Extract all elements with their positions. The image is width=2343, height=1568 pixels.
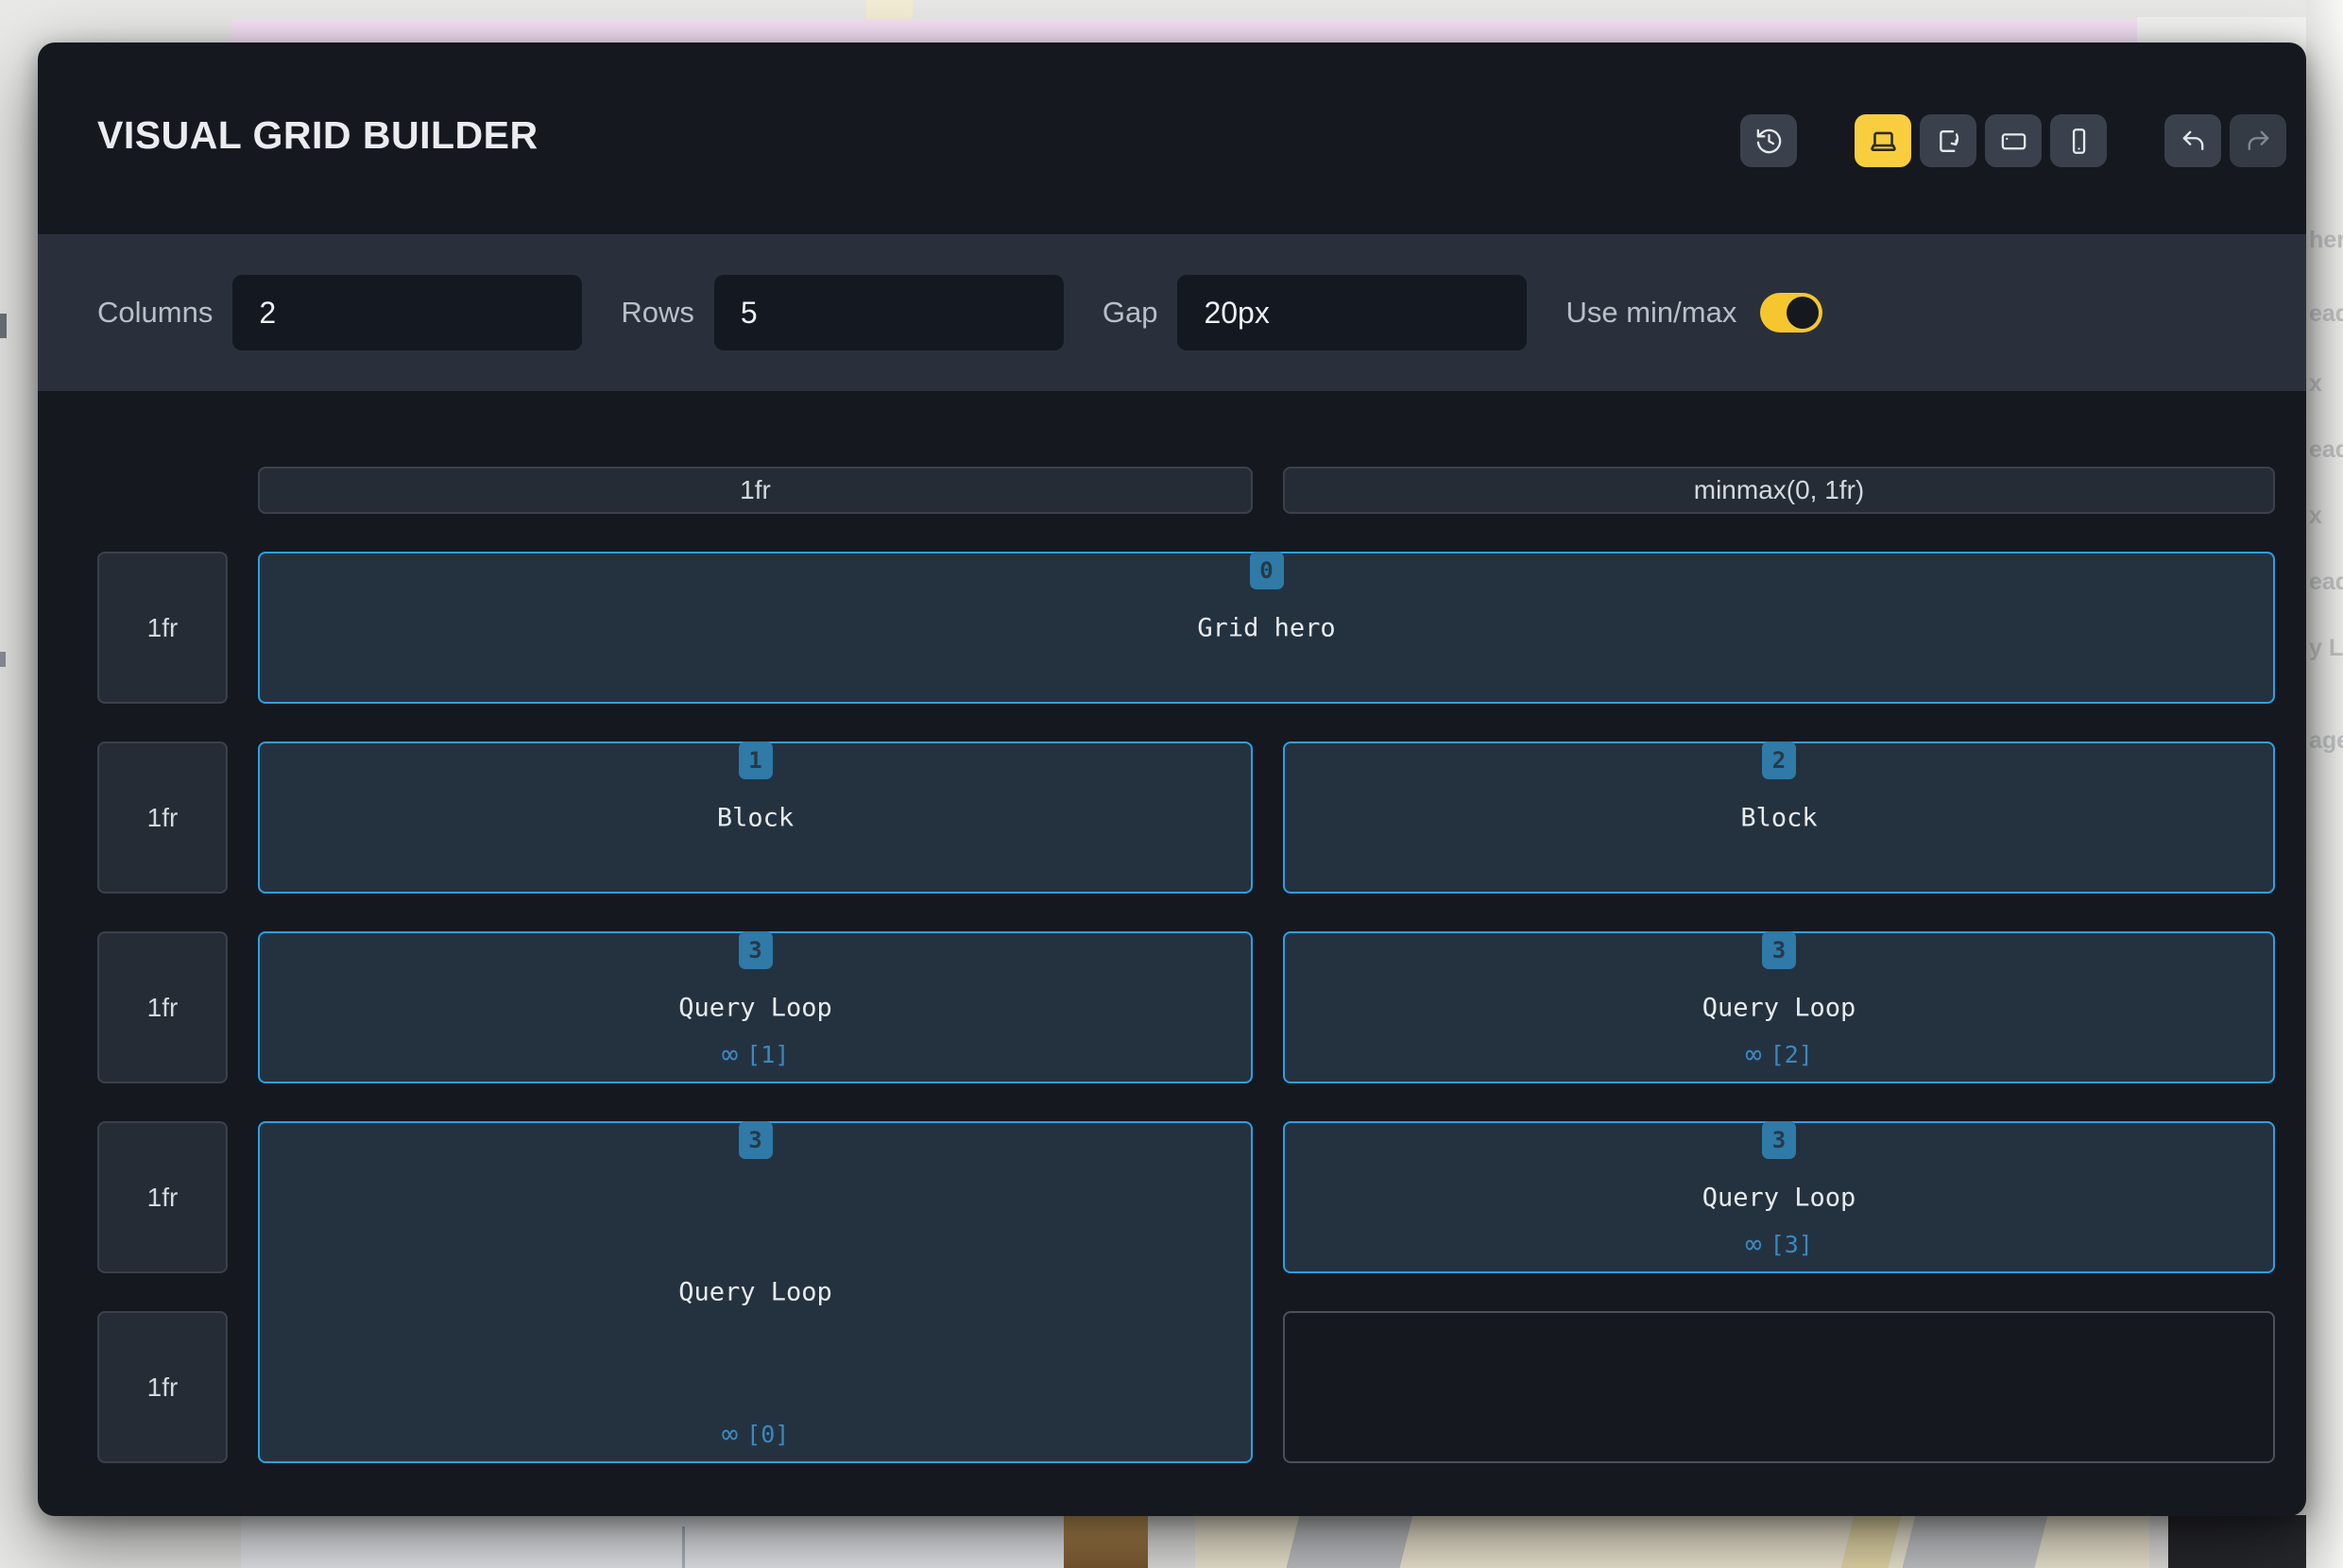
visual-grid-builder-window: VISUAL GRID BUILDER [38, 43, 2306, 1516]
history-icon [1754, 127, 1784, 156]
grid-cell-query-loop-1[interactable]: 3 Query Loop ∞ [1] [258, 931, 1253, 1083]
grid-cell-empty[interactable] [1283, 1311, 2275, 1463]
cell-index-badge: 3 [1762, 931, 1796, 969]
preview-tablet-landscape-button[interactable] [1985, 114, 2042, 167]
laptop-icon [1869, 127, 1898, 156]
background-image-fragment [1195, 1515, 2149, 1568]
cell-index-badge: 0 [1250, 552, 1284, 589]
preview-phone-button[interactable] [2050, 114, 2107, 167]
row-track-header-4[interactable]: 1fr [97, 1121, 228, 1273]
grid-cell-hero[interactable]: 0 Grid hero [258, 552, 2275, 704]
background-cream-fragment [866, 0, 913, 20]
grid-cell-block-1[interactable]: 1 Block [258, 741, 1253, 894]
gap-input[interactable] [1177, 275, 1527, 350]
background-right-column: her eadi x eadi x eadi y Lo age [2306, 0, 2343, 1568]
background-image-detail [682, 1526, 685, 1568]
cell-loop-link: ∞ [3] [1285, 1231, 2273, 1258]
grid-cell-query-loop-2[interactable]: 3 Query Loop ∞ [2] [1283, 931, 2275, 1083]
columns-control: Columns [97, 275, 582, 350]
page-title: VISUAL GRID BUILDER [97, 113, 539, 158]
app-header: VISUAL GRID BUILDER [38, 43, 2306, 234]
loop-index: [0] [746, 1421, 789, 1448]
minmax-toggle[interactable] [1760, 293, 1822, 332]
grid-cell-query-loop-3[interactable]: 3 Query Loop ∞ [3] [1283, 1121, 2275, 1273]
row-track-header-1[interactable]: 1fr [97, 552, 228, 704]
minmax-control: Use min/max [1565, 293, 1822, 332]
background-edge-mark [0, 314, 7, 338]
grid-builder-canvas: 1fr minmax(0, 1fr) 1fr 1fr 1fr 1fr 1fr 0… [97, 467, 2275, 1463]
row-track-header-3[interactable]: 1fr [97, 931, 228, 1083]
gap-control: Gap [1103, 275, 1528, 350]
loop-index: [1] [746, 1041, 789, 1068]
cell-loop-link: ∞ [1] [260, 1041, 1251, 1068]
rows-label: Rows [621, 296, 694, 330]
cell-label: Query Loop [260, 993, 1251, 1022]
cell-label: Block [1285, 803, 2273, 832]
cell-label: Grid hero [260, 613, 2273, 642]
rows-control: Rows [621, 275, 1064, 350]
cell-label: Query Loop [1285, 993, 2273, 1022]
preview-laptop-button[interactable] [1855, 114, 1911, 167]
background-text-fragment: x [2309, 503, 2322, 530]
background-image-detail [1899, 1515, 2050, 1568]
desktop-background: her eadi x eadi x eadi y Lo age VISUAL G… [0, 0, 2343, 1568]
infinity-icon: ∞ [722, 1041, 738, 1068]
history-button[interactable] [1740, 114, 1797, 167]
cell-index-badge: 2 [1762, 741, 1796, 779]
cell-label: Query Loop [1285, 1183, 2273, 1212]
background-text-fragment: eadi [2309, 300, 2343, 328]
rows-input[interactable] [714, 275, 1064, 350]
background-text-fragment: age [2309, 727, 2343, 755]
minmax-label: Use min/max [1565, 296, 1736, 330]
loop-index: [3] [1770, 1231, 1813, 1258]
background-image-fragment [241, 1515, 1064, 1568]
background-text-fragment: x [2309, 370, 2322, 398]
gap-label: Gap [1103, 296, 1158, 330]
redo-icon [2244, 127, 2273, 156]
cell-index-badge: 3 [739, 1121, 773, 1159]
cell-label: Block [260, 803, 1251, 832]
background-image-fragment [1064, 1515, 1148, 1568]
background-image-detail [1838, 1515, 1904, 1568]
toolbar [1740, 114, 2286, 167]
row-track-header-5[interactable]: 1fr [97, 1311, 228, 1463]
controls-bar: Columns Rows Gap Use min/max [38, 234, 2306, 391]
redo-button[interactable] [2230, 114, 2286, 167]
infinity-icon: ∞ [1745, 1041, 1761, 1068]
grid-cell-block-2[interactable]: 2 Block [1283, 741, 2275, 894]
undo-icon [2179, 127, 2208, 156]
grid-cell-query-loop-0[interactable]: 3 Query Loop ∞ [0] [258, 1121, 1253, 1463]
undo-button[interactable] [2164, 114, 2221, 167]
cell-index-badge: 3 [739, 931, 773, 969]
infinity-icon: ∞ [722, 1421, 738, 1448]
cell-index-badge: 1 [739, 741, 773, 779]
background-edge-mark [0, 652, 6, 667]
cell-loop-link: ∞ [0] [260, 1421, 1251, 1448]
row-track-header-2[interactable]: 1fr [97, 741, 228, 894]
cell-loop-link: ∞ [2] [1285, 1041, 2273, 1068]
column-track-header-2[interactable]: minmax(0, 1fr) [1283, 467, 2275, 514]
tablet-landscape-icon [1999, 127, 2028, 156]
preview-tablet-rotate-button[interactable] [1920, 114, 1976, 167]
column-track-header-1[interactable]: 1fr [258, 467, 1253, 514]
phone-icon [2064, 127, 2094, 156]
tablet-rotate-icon [1934, 127, 1963, 156]
columns-input[interactable] [232, 275, 582, 350]
cell-label: Query Loop [260, 1278, 1251, 1307]
background-text-fragment: eadi [2309, 436, 2343, 464]
infinity-icon: ∞ [1745, 1231, 1761, 1258]
toggle-knob [1787, 297, 1819, 329]
grid-corner-spacer [97, 467, 228, 514]
background-text-fragment: eadi [2309, 569, 2343, 596]
background-text-fragment: her [2309, 227, 2343, 254]
background-text-fragment: y Lo [2309, 635, 2343, 662]
background-image-detail [1283, 1515, 1415, 1568]
columns-label: Columns [97, 296, 213, 330]
cell-index-badge: 3 [1762, 1121, 1796, 1159]
loop-index: [2] [1770, 1041, 1813, 1068]
